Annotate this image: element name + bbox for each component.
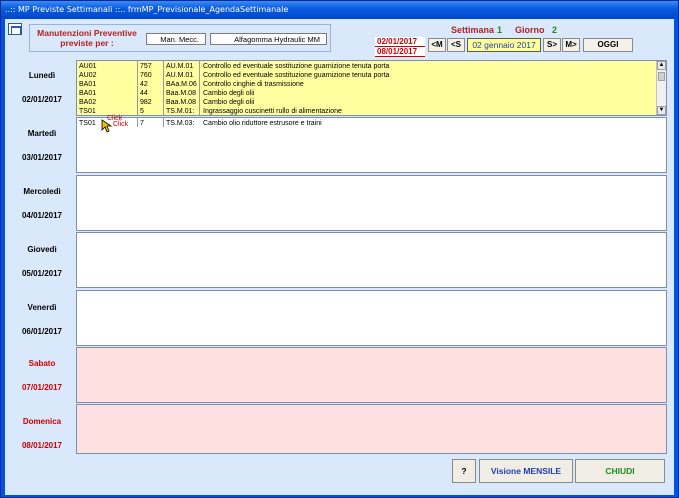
- client-area: Manutenzioni Preventive previste per : M…: [5, 19, 674, 495]
- prev-month-button[interactable]: <M: [428, 38, 446, 52]
- day-box-sunday[interactable]: [76, 404, 667, 454]
- day-label-monday: Lunedì 02/01/2017: [9, 61, 75, 117]
- day-name: Sabato: [28, 359, 56, 368]
- week-range: 02/01/2017 08/01/2017: [375, 37, 425, 57]
- column-divider: [163, 118, 164, 127]
- date-to: 08/01/2017: [375, 47, 425, 57]
- cursor-hint: Click: [113, 121, 129, 128]
- day-label-saturday: Sabato 07/01/2017: [9, 349, 75, 403]
- category-field[interactable]: Man. Mecc.: [146, 33, 206, 45]
- current-date-field[interactable]: 02 gennaio 2017: [467, 38, 541, 52]
- day-label-friday: Venerdì 06/01/2017: [9, 293, 75, 347]
- day-name: Venerdì: [27, 303, 57, 312]
- day-name: Domenica: [22, 417, 62, 426]
- day-box-tuesday[interactable]: TS01 7 TS.M.03: Cambio olio riduttore estru…: [76, 115, 667, 173]
- scrollbar[interactable]: ▲ ▼: [656, 61, 666, 115]
- filter-label: Manutenzioni Preventive previste per :: [37, 28, 137, 48]
- day-name: Giovedì: [27, 245, 57, 254]
- week-label: Settimana: [451, 25, 495, 35]
- day-label-tuesday: Martedì 03/01/2017: [9, 119, 75, 173]
- scroll-down-icon[interactable]: ▼: [657, 106, 666, 115]
- next-month-button[interactable]: M>: [562, 38, 580, 52]
- prev-week-button[interactable]: <S: [447, 38, 465, 52]
- today-button[interactable]: OGGI: [583, 38, 633, 52]
- day-label-wednesday: Mercoledì 04/01/2017: [9, 177, 75, 231]
- week-number: 1: [497, 25, 503, 35]
- column-divider: [199, 61, 200, 115]
- help-button[interactable]: ?: [452, 459, 476, 483]
- close-button[interactable]: CHIUDI: [575, 459, 665, 483]
- day-box-thursday[interactable]: [76, 232, 667, 288]
- day-name: Martedì: [27, 129, 57, 138]
- machine-field[interactable]: Alfagomma Hydraulic MM: [210, 33, 327, 45]
- next-week-button[interactable]: S>: [543, 38, 561, 52]
- day-date: 06/01/2017: [21, 327, 63, 336]
- day-date: 05/01/2017: [21, 269, 63, 278]
- day-box-wednesday[interactable]: [76, 175, 667, 231]
- day-label-thursday: Giovedì 05/01/2017: [9, 235, 75, 289]
- scroll-thumb[interactable]: [658, 72, 665, 81]
- day-box-monday[interactable]: AU01 757 AU.M.01 Controllo ed eventuale sos…: [76, 60, 667, 116]
- calendar-icon[interactable]: [8, 23, 22, 35]
- day-box-saturday[interactable]: [76, 347, 667, 403]
- day-date: 03/01/2017: [21, 153, 63, 162]
- column-divider: [137, 118, 138, 127]
- monthly-view-button[interactable]: Visione MENSILE: [479, 459, 573, 483]
- main-window: ..:: MP Previste Settimanali ::.. frmMP_…: [0, 0, 679, 498]
- column-divider: [163, 61, 164, 115]
- day-date: 04/01/2017: [21, 211, 63, 220]
- day-number: 2: [552, 25, 558, 35]
- window-title: ..:: MP Previste Settimanali ::.. frmMP_…: [1, 1, 678, 19]
- scroll-up-icon[interactable]: ▲: [657, 61, 666, 70]
- day-name: Mercoledì: [23, 187, 61, 196]
- date-from: 02/01/2017: [375, 37, 425, 47]
- day-date: 07/01/2017: [21, 383, 63, 392]
- day-name: Lunedì: [28, 71, 56, 80]
- filter-panel: Manutenzioni Preventive previste per : M…: [29, 24, 331, 52]
- cursor-icon: [101, 119, 113, 133]
- day-label-sunday: Domenica 08/01/2017: [9, 407, 75, 461]
- day-date: 02/01/2017: [21, 95, 63, 104]
- column-divider: [137, 61, 138, 115]
- day-date: 08/01/2017: [21, 441, 63, 450]
- day-label: Giorno: [515, 25, 545, 35]
- day-box-friday[interactable]: [76, 290, 667, 346]
